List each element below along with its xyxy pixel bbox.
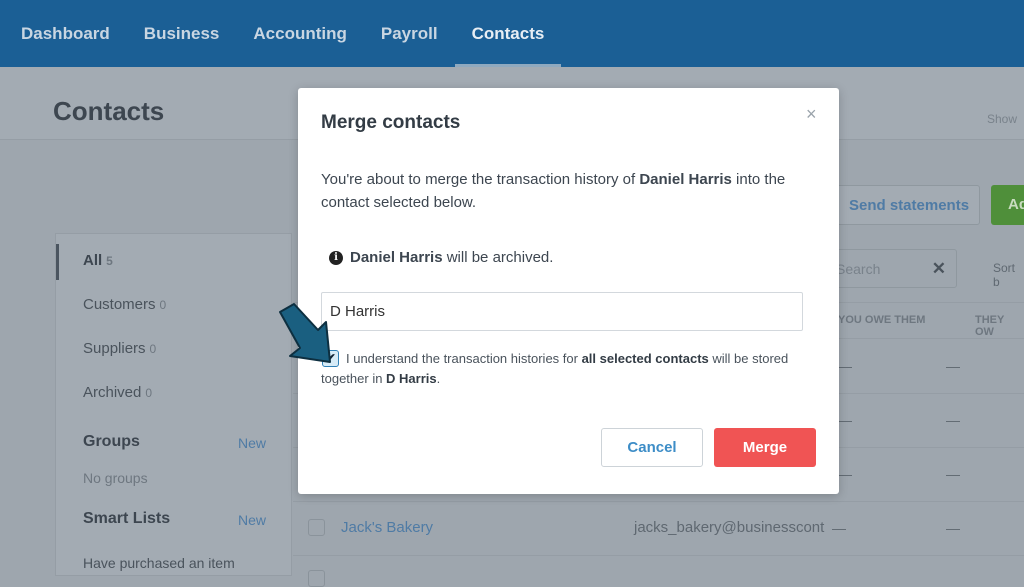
desc-contact-name: Daniel Harris — [639, 171, 732, 188]
page-title: Contacts — [53, 96, 165, 126]
count: 0 — [145, 386, 153, 400]
dialog-title: Merge contacts — [321, 112, 461, 133]
sidebar: All 5 Customers 0 Suppliers 0 Archived 0 Gro… — [55, 233, 292, 576]
header-you-owe-them: YOU OWE THEM — [838, 314, 926, 326]
archived-contact-name: Daniel Harris — [350, 249, 443, 266]
count: 0 — [159, 298, 167, 312]
merge-button[interactable]: Merge — [714, 428, 816, 467]
ack-contact-name: D Harris — [386, 371, 437, 386]
nav-payroll[interactable]: Payroll — [364, 0, 455, 67]
contact-name-link[interactable]: Jack's Bakery — [341, 519, 433, 536]
label: Archived — [83, 384, 142, 401]
label: Customers — [83, 296, 156, 313]
row-checkbox[interactable] — [308, 519, 325, 536]
ack-bold: all selected contacts — [581, 351, 709, 366]
merge-contacts-dialog: Merge contacts × You're about to merge t… — [298, 88, 839, 494]
cell-you-owe: — — [832, 520, 846, 536]
row-checkbox[interactable] — [308, 570, 325, 587]
nav-accounting[interactable]: Accounting — [236, 0, 364, 67]
divider — [293, 555, 1024, 556]
sort-by-label[interactable]: Sort b — [993, 261, 1024, 289]
divider — [293, 501, 1024, 502]
notice-text: will be archived. — [442, 249, 554, 266]
cell-dash: — — [838, 466, 852, 482]
new-smart-list-link[interactable]: New — [238, 512, 266, 528]
cell-dash: — — [946, 412, 960, 428]
nav-dashboard[interactable]: Dashboard — [0, 0, 127, 67]
label: All — [83, 252, 103, 269]
top-nav: Dashboard Business Accounting Payroll Co… — [0, 0, 1024, 67]
sidebar-item-archived[interactable]: Archived 0 — [83, 384, 152, 401]
new-group-link[interactable]: New — [238, 435, 266, 451]
header-they-owe: THEY OW — [975, 314, 1005, 338]
sidebar-item-customers[interactable]: Customers 0 — [83, 296, 166, 313]
smart-list-item[interactable]: Have purchased an item — [83, 555, 235, 571]
cell-dash: — — [838, 412, 852, 428]
cell-dash: — — [946, 358, 960, 374]
cell-dash: — — [838, 358, 852, 374]
search-placeholder: Search — [836, 261, 881, 277]
send-statements-button[interactable]: Send statements — [820, 185, 980, 225]
count: 5 — [106, 254, 113, 268]
clear-search-icon[interactable]: ✕ — [932, 259, 946, 279]
groups-heading: Groups — [83, 433, 140, 450]
sidebar-item-all[interactable]: All 5 — [83, 252, 113, 269]
cell-they-owe: — — [946, 520, 960, 536]
acknowledge-text: I understand the transaction histories f… — [321, 349, 821, 389]
contact-email: jacks_bakery@businesscont — [634, 519, 825, 536]
no-groups-text: No groups — [83, 470, 148, 486]
cancel-button[interactable]: Cancel — [601, 428, 703, 467]
desc-text: You're about to merge the transaction hi… — [321, 171, 640, 188]
count: 0 — [149, 342, 157, 356]
selected-indicator — [56, 244, 59, 280]
label: Suppliers — [83, 340, 146, 357]
close-icon[interactable]: × — [806, 104, 817, 125]
show-link[interactable]: Show — [987, 112, 1017, 126]
search-input[interactable]: Search ✕ — [820, 249, 957, 288]
add-contact-button[interactable]: Ad — [991, 185, 1024, 225]
pointer-arrow-icon — [279, 303, 331, 363]
cell-dash: — — [946, 466, 960, 482]
dialog-description: You're about to merge the transaction hi… — [321, 168, 821, 214]
nav-business[interactable]: Business — [127, 0, 237, 67]
nav-contacts[interactable]: Contacts — [454, 0, 562, 67]
smart-lists-heading: Smart Lists — [83, 510, 171, 527]
target-contact-input[interactable] — [321, 292, 803, 331]
sidebar-item-suppliers[interactable]: Suppliers 0 — [83, 340, 156, 357]
ack-text: I understand the transaction histories f… — [346, 351, 582, 366]
archive-notice: i Daniel Harris will be archived. — [329, 249, 553, 266]
ack-text: . — [436, 371, 441, 386]
info-icon: i — [329, 250, 343, 265]
